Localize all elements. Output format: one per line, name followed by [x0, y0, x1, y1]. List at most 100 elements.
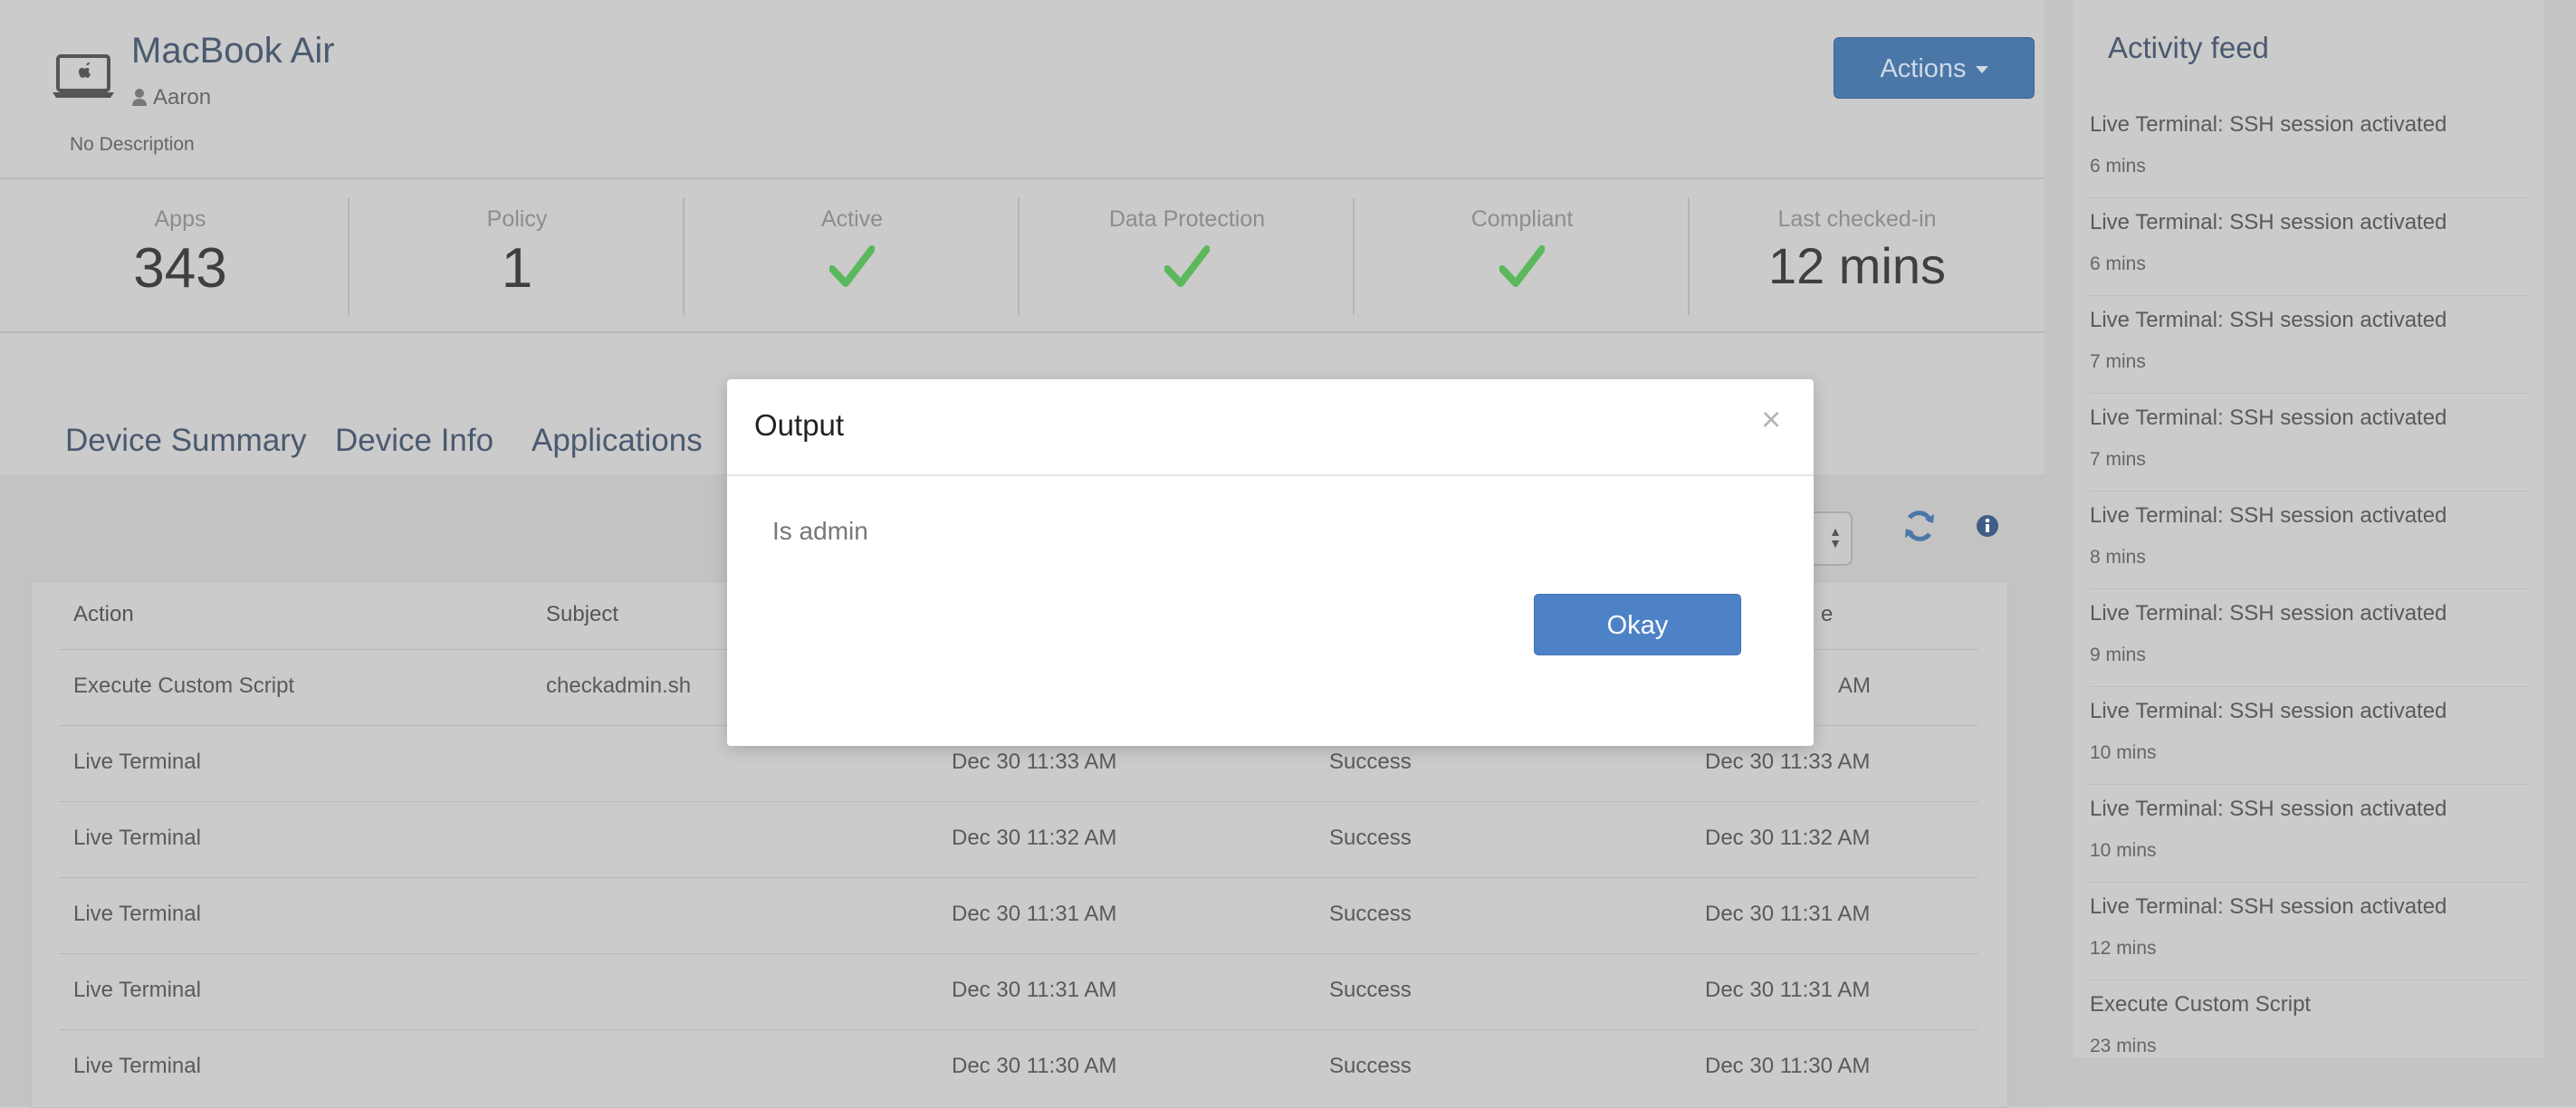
cell-subject: checkadmin.sh: [546, 673, 692, 698]
feed-item[interactable]: Live Terminal: SSH session activated 6 mi…: [2090, 100, 2528, 198]
feed-item[interactable]: Execute Custom Script 23 mins: [2090, 979, 2528, 1057]
checkmark-icon: [1355, 245, 1690, 291]
caret-down-icon: [1975, 66, 1988, 73]
feed-item-time: 10 mins: [2090, 840, 2157, 861]
feed-item[interactable]: Live Terminal: SSH session activated 10 m…: [2090, 784, 2528, 883]
modal-header: Output ×: [727, 379, 1814, 476]
tab-device-info[interactable]: Device Info: [335, 423, 493, 459]
stat-last-checked-in: Last checked-in 12 mins: [1688, 197, 2025, 315]
feed-item[interactable]: Live Terminal: SSH session activated 10 m…: [2090, 686, 2528, 785]
feed-item-text: Live Terminal: SSH session activated: [2090, 797, 2447, 821]
stat-label: Last checked-in: [1777, 206, 1937, 232]
device-name: MacBook Air: [131, 31, 335, 71]
table-row[interactable]: Live Terminal Dec 30 11:30 AM Success De…: [59, 1029, 1978, 1106]
cell-updated: Dec 30 11:30 AM: [1705, 1054, 1871, 1078]
stat-active: Active: [683, 197, 1020, 315]
cell-updated: Dec 30 11:32 AM: [1705, 826, 1871, 850]
cell-status: Success: [1329, 750, 1412, 774]
cell-status: Success: [1329, 902, 1412, 926]
cell-action: Live Terminal: [73, 826, 201, 850]
activity-feed[interactable]: Activity feed Live Terminal: SSH session…: [2073, 0, 2544, 1057]
column-header-subject[interactable]: Subject: [546, 602, 618, 627]
feed-item-time: 6 mins: [2090, 253, 2146, 274]
feed-item-time: 7 mins: [2090, 449, 2146, 470]
user-icon: [131, 87, 148, 112]
cell-updated: Dec 30 11:31 AM: [1705, 978, 1871, 1002]
cell-created: Dec 30 11:32 AM: [952, 826, 1117, 850]
cell-created: Dec 30 11:31 AM: [952, 902, 1117, 926]
cell-action: Execute Custom Script: [73, 673, 295, 698]
tab-applications[interactable]: Applications: [531, 423, 703, 459]
stat-compliant: Compliant: [1353, 197, 1690, 315]
cell-action: Live Terminal: [73, 1054, 201, 1078]
feed-item-time: 12 mins: [2090, 938, 2157, 959]
column-header-action[interactable]: Action: [73, 602, 134, 627]
stat-label: Apps: [154, 206, 206, 232]
output-modal: Output × Is admin Okay: [727, 379, 1814, 746]
okay-button[interactable]: Okay: [1534, 594, 1741, 655]
feed-item-time: 10 mins: [2090, 742, 2157, 763]
activity-feed-title: Activity feed: [2108, 31, 2269, 64]
cell-updated: AM: [1838, 673, 1871, 698]
feed-item-text: Live Terminal: SSH session activated: [2090, 601, 2447, 626]
feed-item[interactable]: Live Terminal: SSH session activated 8 mi…: [2090, 491, 2528, 589]
stat-apps[interactable]: Apps 343: [13, 197, 348, 315]
cell-action: Live Terminal: [73, 750, 201, 774]
select-arrows-icon: ▲ ▼: [1829, 524, 1842, 550]
feed-item-time: 23 mins: [2090, 1036, 2157, 1056]
feed-item-text: Live Terminal: SSH session activated: [2090, 699, 2447, 723]
feed-item-time: 6 mins: [2090, 156, 2146, 177]
cell-updated: Dec 30 11:31 AM: [1705, 902, 1871, 926]
device-owner: Aaron: [131, 85, 211, 112]
stat-policy[interactable]: Policy 1: [348, 197, 685, 315]
feed-item[interactable]: Live Terminal: SSH session activated 12 m…: [2090, 882, 2528, 980]
cell-created: Dec 30 11:30 AM: [952, 1054, 1117, 1078]
checkmark-icon: [685, 245, 1020, 291]
table-row[interactable]: Live Terminal Dec 30 11:31 AM Success De…: [59, 877, 1978, 954]
checkmark-icon: [1020, 245, 1355, 291]
owner-name: Aaron: [153, 85, 212, 110]
actions-button[interactable]: Actions: [1834, 37, 2035, 99]
feed-item-text: Live Terminal: SSH session activated: [2090, 112, 2447, 137]
stat-value: 1: [501, 237, 533, 300]
stat-value: 12 mins: [1767, 237, 1947, 294]
cell-created: Dec 30 11:31 AM: [952, 978, 1117, 1002]
stat-label: Data Protection: [1108, 206, 1266, 232]
cell-status: Success: [1329, 978, 1412, 1002]
cell-status: Success: [1329, 1054, 1412, 1078]
feed-item-time: 8 mins: [2090, 547, 2146, 568]
cell-status: Success: [1329, 826, 1412, 850]
activity-feed-column: Activity feed Live Terminal: SSH session…: [2045, 0, 2576, 1106]
feed-item-text: Live Terminal: SSH session activated: [2090, 406, 2447, 430]
laptop-apple-icon: [51, 53, 116, 104]
table-row[interactable]: Live Terminal Dec 30 11:32 AM Success De…: [59, 801, 1978, 878]
close-icon[interactable]: ×: [1761, 403, 1781, 437]
stat-value: 343: [133, 237, 227, 300]
modal-title: Output: [754, 408, 845, 442]
feed-item[interactable]: Live Terminal: SSH session activated 7 mi…: [2090, 295, 2528, 394]
stat-label: Policy: [486, 206, 548, 232]
table-row[interactable]: Live Terminal Dec 30 11:31 AM Success De…: [59, 953, 1978, 1030]
modal-output-text: Is admin: [772, 517, 868, 545]
tab-device-summary[interactable]: Device Summary: [65, 423, 306, 459]
feed-item-text: Execute Custom Script: [2090, 992, 2312, 1017]
stat-label: Compliant: [1470, 206, 1574, 232]
column-header-updated[interactable]: e: [1821, 602, 1833, 627]
device-stats: Apps 343 Policy 1 Active Data Protection…: [0, 179, 2045, 333]
cell-updated: Dec 30 11:33 AM: [1705, 750, 1871, 774]
feed-item-time: 9 mins: [2090, 645, 2146, 665]
feed-item-text: Live Terminal: SSH session activated: [2090, 503, 2447, 528]
stat-data-protection: Data Protection: [1018, 197, 1355, 315]
feed-item[interactable]: Live Terminal: SSH session activated 9 mi…: [2090, 588, 2528, 687]
device-description: No Description: [70, 134, 195, 155]
feed-item[interactable]: Live Terminal: SSH session activated 7 mi…: [2090, 393, 2528, 492]
cell-action: Live Terminal: [73, 978, 201, 1002]
feed-item-text: Live Terminal: SSH session activated: [2090, 894, 2447, 919]
refresh-icon[interactable]: [1903, 509, 1936, 548]
actions-label: Actions: [1880, 54, 1967, 83]
info-icon[interactable]: [1976, 514, 1999, 542]
feed-item-text: Live Terminal: SSH session activated: [2090, 210, 2447, 234]
stat-label: Active: [820, 206, 884, 232]
device-header: MacBook Air Aaron No Description Actions: [0, 0, 2045, 179]
feed-item[interactable]: Live Terminal: SSH session activated 6 mi…: [2090, 197, 2528, 296]
